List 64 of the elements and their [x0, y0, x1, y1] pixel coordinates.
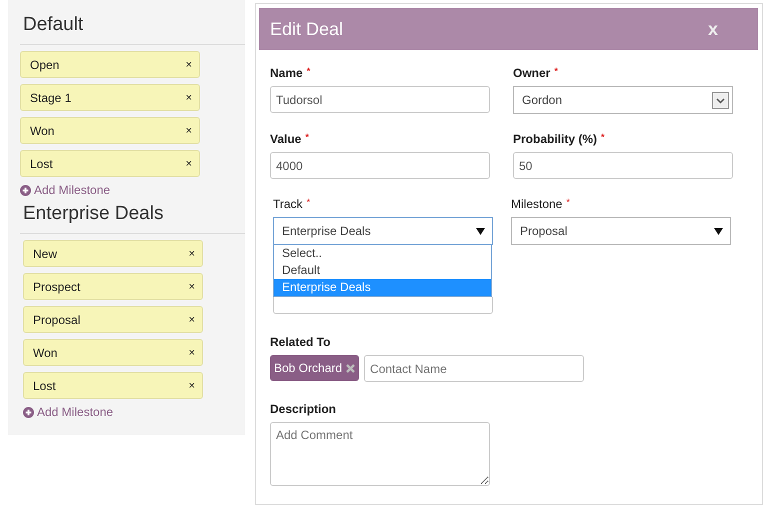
- milestone-name: Prospect: [33, 280, 80, 294]
- required-mark: *: [566, 197, 570, 209]
- name-field[interactable]: Tudorsol: [270, 86, 490, 113]
- milestone-name: Proposal: [33, 312, 80, 326]
- probability-field[interactable]: 50: [513, 152, 733, 179]
- pipeline-title: Enterprise Deals: [20, 201, 245, 234]
- remove-button[interactable]: ×: [188, 380, 195, 392]
- add-milestone-link[interactable]: Add Milestone: [37, 405, 114, 419]
- remove-button[interactable]: ×: [188, 346, 195, 358]
- milestone-name: Lost: [30, 156, 53, 170]
- milestone-chip[interactable]: Lost ×: [20, 150, 200, 177]
- pipeline-title: Default: [20, 12, 245, 45]
- milestone-chip[interactable]: New ×: [23, 240, 203, 267]
- milestone-name: Lost: [33, 378, 56, 392]
- remove-button[interactable]: ×: [186, 158, 192, 170]
- caret-icon: [476, 228, 485, 234]
- contact-name-field[interactable]: Contact Name: [364, 355, 584, 382]
- milestone-select[interactable]: Proposal: [511, 217, 731, 245]
- remove-button[interactable]: ×: [186, 58, 192, 70]
- required-mark: *: [306, 66, 310, 78]
- field-label: Probability (%): [513, 132, 598, 146]
- field-label: Related To: [270, 335, 330, 349]
- remove-icon[interactable]: [346, 364, 356, 372]
- plus-circle-icon[interactable]: [20, 184, 31, 196]
- milestone-chip[interactable]: Open ×: [20, 51, 200, 78]
- dropdown-option[interactable]: Select..: [274, 245, 491, 262]
- add-milestone-link[interactable]: Add Milestone: [34, 183, 110, 197]
- milestone-chip[interactable]: Proposal ×: [23, 306, 203, 333]
- field-label: Description: [270, 402, 336, 416]
- milestone-chip[interactable]: Lost ×: [23, 372, 203, 399]
- milestone-chip[interactable]: Won ×: [20, 117, 200, 144]
- dialog-title: Edit Deal: [270, 18, 344, 40]
- field-label: Owner: [513, 66, 550, 80]
- milestone-name: Stage 1: [30, 90, 72, 104]
- milestone-chip[interactable]: Prospect ×: [23, 273, 203, 300]
- value-field[interactable]: 4000: [270, 152, 490, 179]
- required-mark: *: [554, 66, 558, 78]
- milestone-chip[interactable]: Won ×: [23, 339, 203, 366]
- dropdown-icon[interactable]: [712, 92, 729, 108]
- field-label: Name: [270, 66, 303, 80]
- plus-circle-icon[interactable]: [23, 406, 34, 418]
- contact-tag[interactable]: Bob Orchard: [270, 355, 360, 381]
- field-label: Milestone: [511, 197, 562, 211]
- date-field[interactable]: [273, 297, 493, 314]
- required-mark: *: [306, 197, 310, 209]
- remove-button[interactable]: ×: [186, 124, 192, 136]
- milestone-name: Won: [33, 346, 58, 360]
- field-label: Value: [270, 132, 302, 146]
- track-select[interactable]: Enterprise Deals: [273, 217, 493, 245]
- required-mark: *: [305, 132, 309, 144]
- milestone-chip[interactable]: Stage 1 ×: [20, 84, 200, 111]
- caret-icon: [714, 228, 723, 234]
- dropdown-option[interactable]: Default: [274, 262, 491, 279]
- remove-button[interactable]: ×: [188, 248, 195, 260]
- owner-select[interactable]: Gordon: [513, 86, 733, 114]
- remove-button[interactable]: ×: [186, 92, 192, 104]
- required-mark: *: [601, 132, 605, 144]
- description-field[interactable]: Add Comment: [270, 422, 490, 486]
- milestone-name: Open: [30, 58, 60, 72]
- milestone-name: Won: [30, 124, 54, 138]
- remove-button[interactable]: ×: [188, 314, 195, 326]
- remove-button[interactable]: ×: [188, 280, 195, 292]
- field-label: Track: [273, 197, 303, 211]
- milestone-name: New: [33, 246, 58, 260]
